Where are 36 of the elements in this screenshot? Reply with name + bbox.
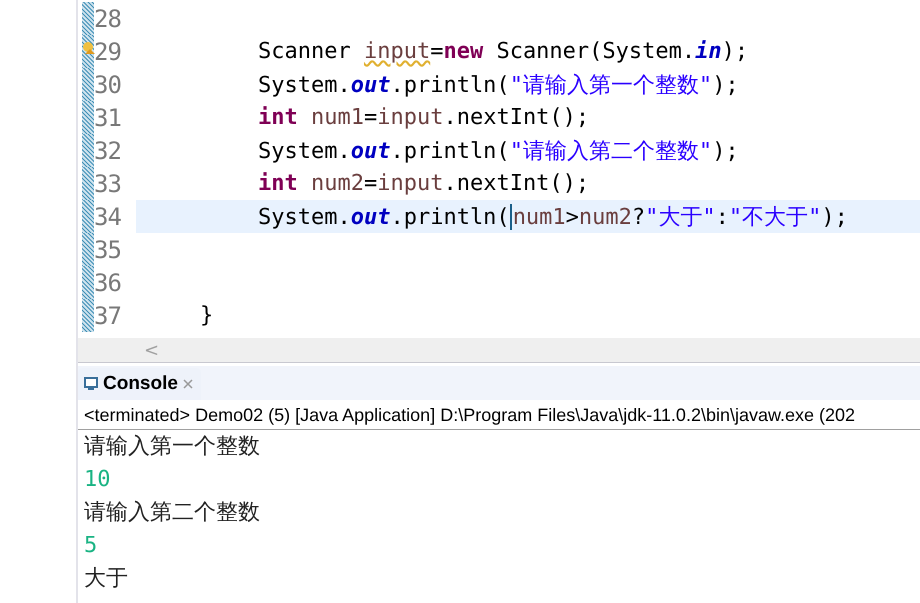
gutter-bar [82, 2, 94, 35]
console-input-text: 5 [83, 532, 98, 560]
gutter-bar [82, 233, 94, 266]
code-line: Scanner input=new Scanner(System.in); [258, 39, 748, 64]
gutter-bar [82, 266, 94, 299]
gutter-bar [82, 299, 94, 332]
code-line: System.out.println("请输入第二个整数"); [258, 138, 739, 166]
code-line: } [200, 303, 214, 328]
code-line: System.out.println("请输入第一个整数"); [258, 72, 739, 100]
console-status-text: <terminated> Demo02 (5) [Java Application] D:\Program Files\Java\jdk-11.0.2\bin\javaw.exe (202 [78, 400, 920, 430]
line-number: 30 [94, 70, 122, 98]
console-output-text: 请输入第二个整数 [83, 499, 261, 527]
console-input-text: 10 [83, 466, 112, 494]
gutter-bar [82, 68, 94, 101]
gutter-bar [82, 134, 94, 167]
gutter-bar [82, 167, 94, 200]
line-number: 35 [94, 236, 122, 264]
line-number: 29 [94, 38, 122, 66]
monitor-icon [84, 377, 98, 391]
close-icon[interactable] [182, 379, 193, 389]
scroll-left-button[interactable]: < [140, 340, 164, 360]
code-line: int num1=input.nextInt(); [258, 105, 590, 130]
console-output-text: 大于 [83, 565, 129, 593]
horizontal-scrollbar[interactable]: < [78, 338, 920, 363]
line-number: 37 [94, 302, 122, 330]
line-number: 28 [94, 4, 122, 32]
line-number: 32 [94, 136, 122, 164]
line-number: 33 [94, 170, 122, 198]
gutter-bar [82, 101, 94, 134]
line-number: 36 [94, 268, 122, 296]
line-number: 34 [94, 202, 122, 230]
code-line: int num2=input.nextInt(); [258, 171, 590, 196]
code-line: System.out.println(num1>num2?"大于":"不大于"); [258, 203, 848, 232]
line-number: 31 [94, 104, 122, 132]
gutter-bar [82, 200, 94, 233]
console-output-text: 请输入第一个整数 [83, 433, 261, 461]
